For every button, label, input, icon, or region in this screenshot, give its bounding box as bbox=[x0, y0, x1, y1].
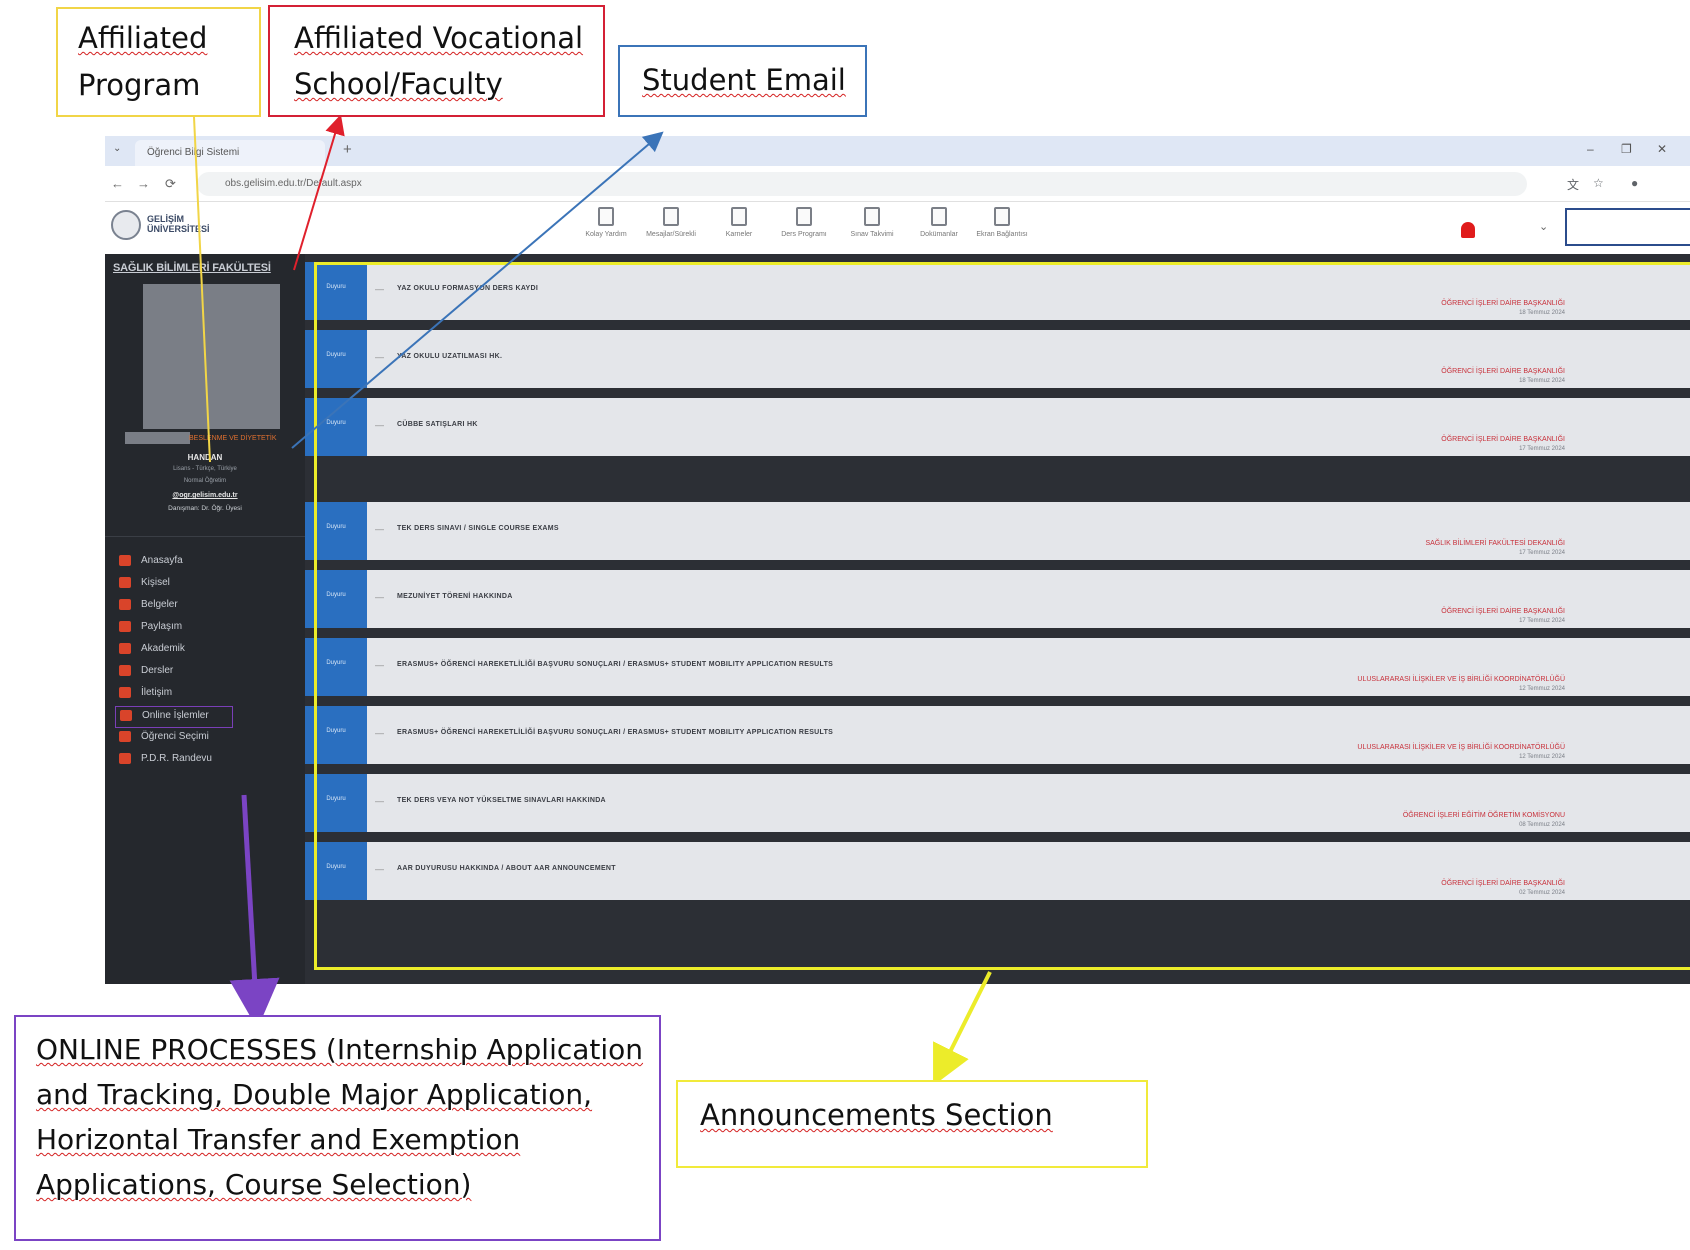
online-processes-line: and Tracking, Double Major Application, bbox=[36, 1078, 593, 1111]
program-callout-line1: Affiliated bbox=[78, 21, 208, 55]
annotated-screenshot: ⌄ Öğrenci Bilgi Sistemi + – ❐ ✕ ← → ⟳ ob… bbox=[0, 0, 1690, 1250]
email-arrow bbox=[291, 131, 664, 449]
affiliated-faculty-callout: Affiliated Vocational School/Faculty bbox=[268, 5, 605, 117]
faculty-callout-line2: School/Faculty bbox=[294, 67, 503, 101]
online-processes-arrow bbox=[229, 794, 280, 1029]
program-callout-line2: Program bbox=[78, 68, 201, 102]
online-processes-callout: ONLINE PROCESSES (Internship Application… bbox=[14, 1015, 661, 1241]
announcements-callout-text: Announcements Section bbox=[700, 1098, 1053, 1132]
faculty-callout-line1: Affiliated Vocational bbox=[294, 21, 584, 55]
online-processes-line: Horizontal Transfer and Exemption bbox=[36, 1123, 521, 1156]
affiliated-program-callout: Affiliated Program bbox=[56, 7, 261, 117]
student-email-callout: Student Email bbox=[618, 45, 867, 117]
online-processes-line: Applications, Course Selection) bbox=[36, 1168, 472, 1201]
faculty-arrow bbox=[293, 114, 345, 271]
announcements-arrow bbox=[933, 971, 992, 1086]
program-connector-line bbox=[193, 116, 211, 463]
online-processes-line: ONLINE PROCESSES (Internship Application bbox=[36, 1033, 644, 1066]
email-callout-text: Student Email bbox=[642, 63, 846, 97]
announcements-callout: Announcements Section bbox=[676, 1080, 1148, 1168]
